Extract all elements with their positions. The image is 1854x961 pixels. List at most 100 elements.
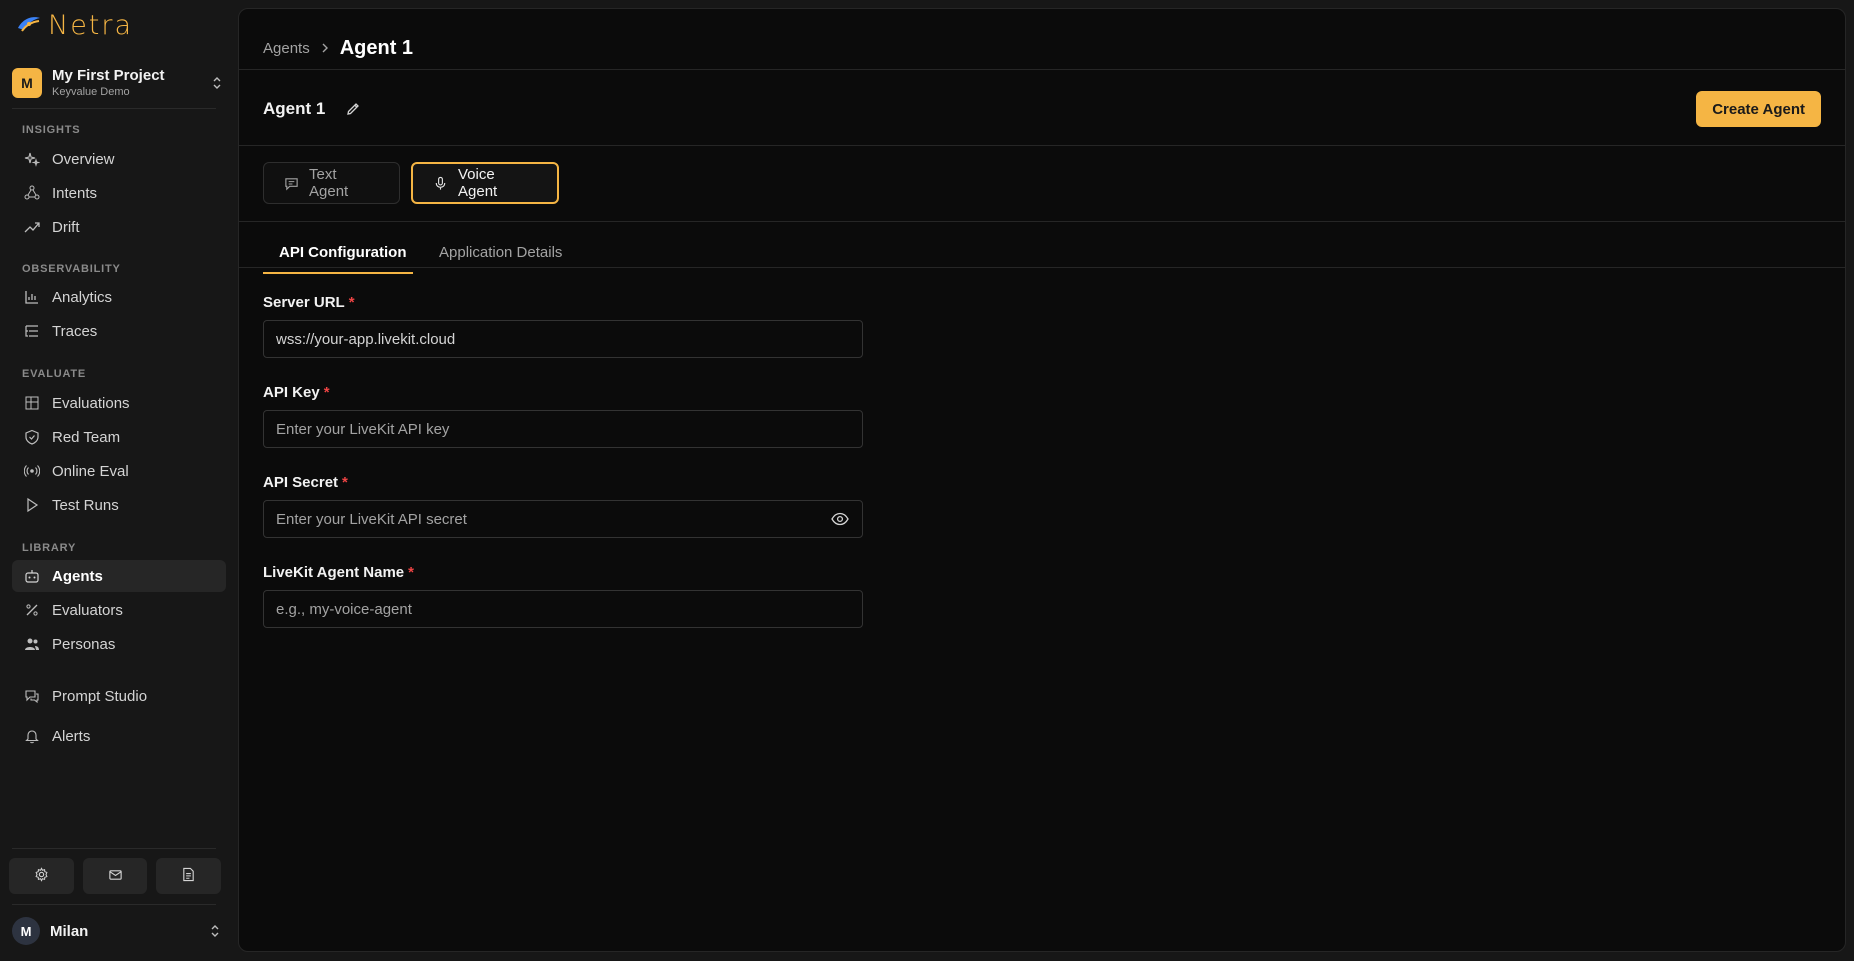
radio-icon <box>24 463 40 479</box>
tabs-divider <box>239 267 1845 268</box>
mic-icon <box>433 176 448 191</box>
chevrons-up-down-icon <box>208 922 222 940</box>
sidebar-item-alerts[interactable]: Alerts <box>12 720 226 752</box>
sidebar-item-personas[interactable]: Personas <box>12 628 226 660</box>
user-menu[interactable]: M Milan <box>12 916 222 946</box>
sidebar-divider <box>12 108 216 109</box>
gear-icon <box>34 866 49 886</box>
tab-api-configuration[interactable]: API Configuration <box>263 231 423 275</box>
users-icon <box>24 636 40 652</box>
docs-button[interactable] <box>156 858 222 894</box>
sidebar-item-label: Evaluations <box>52 394 130 412</box>
chevrons-up-down-icon <box>210 74 224 92</box>
sidebar-item-overview[interactable]: Overview <box>12 143 226 175</box>
server-url-label-text: Server URL <box>263 294 345 311</box>
tab-application-details[interactable]: Application Details <box>423 231 578 275</box>
list-tree-icon <box>24 323 40 339</box>
bell-icon <box>24 728 40 744</box>
mail-button[interactable] <box>82 858 148 894</box>
chevron-right-icon <box>320 42 330 54</box>
sidebar-item-evaluations[interactable]: Evaluations <box>12 387 226 419</box>
grid-icon <box>24 395 40 411</box>
pencil-icon[interactable] <box>345 101 361 117</box>
sidebar-item-label: Overview <box>52 150 115 168</box>
text-agent-button[interactable]: Text Agent <box>263 162 400 204</box>
bot-icon <box>24 568 40 584</box>
section-label-observability: OBSERVABILITY <box>22 263 121 275</box>
section-label-library: LIBRARY <box>22 542 77 554</box>
required-marker: * <box>408 564 414 581</box>
trend-icon <box>24 219 40 235</box>
document-icon <box>181 867 196 886</box>
agent-name-input[interactable] <box>263 590 863 628</box>
agent-title-row: Agent 1 <box>263 93 361 125</box>
app-name: Netra <box>48 10 134 41</box>
api-secret-label: API Secret * <box>263 474 348 491</box>
server-url-input[interactable] <box>263 320 863 358</box>
sidebar-item-label: Alerts <box>52 727 91 745</box>
text-agent-label: Text Agent <box>309 166 349 200</box>
eye-icon[interactable] <box>829 508 851 530</box>
required-marker: * <box>323 384 330 401</box>
sidebar-divider <box>12 904 216 905</box>
active-tab-indicator <box>263 272 413 274</box>
breadcrumb-agents-link[interactable]: Agents <box>263 40 310 57</box>
sidebar-item-analytics[interactable]: Analytics <box>12 281 226 313</box>
agent-name-label-text: LiveKit Agent Name <box>263 564 405 581</box>
agent-row-divider <box>239 145 1845 146</box>
api-key-label-text: API Key <box>263 384 320 401</box>
project-badge: M <box>12 68 42 98</box>
sidebar-item-label: Evaluators <box>52 601 123 619</box>
sidebar-item-label: Agents <box>52 567 103 585</box>
sidebar-item-online-eval[interactable]: Online Eval <box>12 455 226 487</box>
agent-title: Agent 1 <box>263 99 326 118</box>
avatar: M <box>12 917 40 945</box>
sidebar-item-label: Intents <box>52 184 98 202</box>
sidebar-item-label: Traces <box>52 322 98 340</box>
sparkles-icon <box>24 151 40 167</box>
logo[interactable]: Netra <box>16 10 133 41</box>
server-url-label: Server URL * <box>263 294 355 311</box>
project-switcher[interactable]: M My First Project Keyvalue Demo <box>12 62 224 104</box>
sidebar-footer-buttons <box>9 858 222 894</box>
sidebar-item-label: Personas <box>52 635 116 653</box>
sidebar-item-label: Online Eval <box>52 462 129 480</box>
sidebar-item-test-runs[interactable]: Test Runs <box>12 489 226 521</box>
api-key-input[interactable] <box>263 410 863 448</box>
sidebar-item-drift[interactable]: Drift <box>12 211 226 243</box>
required-marker: * <box>348 294 355 311</box>
sidebar-divider <box>12 848 216 849</box>
breadcrumb: Agents Agent 1 <box>263 27 413 69</box>
network-icon <box>24 185 40 201</box>
project-name: My First Project <box>52 67 165 84</box>
section-label-evaluate: EVALUATE <box>22 368 87 380</box>
sidebar-item-label: Drift <box>52 218 80 236</box>
required-marker: * <box>342 474 348 491</box>
sidebar-item-evaluators[interactable]: Evaluators <box>12 594 226 626</box>
agent-name-label: LiveKit Agent Name * <box>263 564 414 581</box>
api-secret-input[interactable] <box>263 500 863 538</box>
voice-agent-label: Voice Agent <box>458 166 498 200</box>
main-panel: Agents Agent 1 Agent 1 Create Agent Text… <box>238 8 1846 952</box>
sidebar-item-intents[interactable]: Intents <box>12 177 226 209</box>
sidebar-item-agents[interactable]: Agents <box>12 560 226 592</box>
settings-button[interactable] <box>9 858 74 894</box>
shield-icon <box>24 429 40 445</box>
create-agent-button[interactable]: Create Agent <box>1696 91 1821 127</box>
percent-icon <box>24 602 40 618</box>
page-title: Agent 1 <box>339 36 414 59</box>
message-icon <box>284 176 299 191</box>
sidebar-item-label: Prompt Studio <box>52 687 148 705</box>
user-name: Milan <box>50 922 89 940</box>
sidebar: Netra M My First Project Keyvalue Demo I… <box>0 0 236 961</box>
header-divider <box>239 69 1845 70</box>
netra-eye-icon <box>16 13 42 39</box>
voice-agent-button[interactable]: Voice Agent <box>411 162 559 204</box>
sidebar-item-red-team[interactable]: Red Team <box>12 421 226 453</box>
project-subtitle: Keyvalue Demo <box>52 86 130 98</box>
sidebar-item-label: Test Runs <box>52 496 119 514</box>
api-secret-label-text: API Secret <box>263 474 339 491</box>
sidebar-item-prompt-studio[interactable]: Prompt Studio <box>12 680 226 712</box>
sidebar-item-label: Analytics <box>52 288 113 306</box>
sidebar-item-traces[interactable]: Traces <box>12 315 226 347</box>
